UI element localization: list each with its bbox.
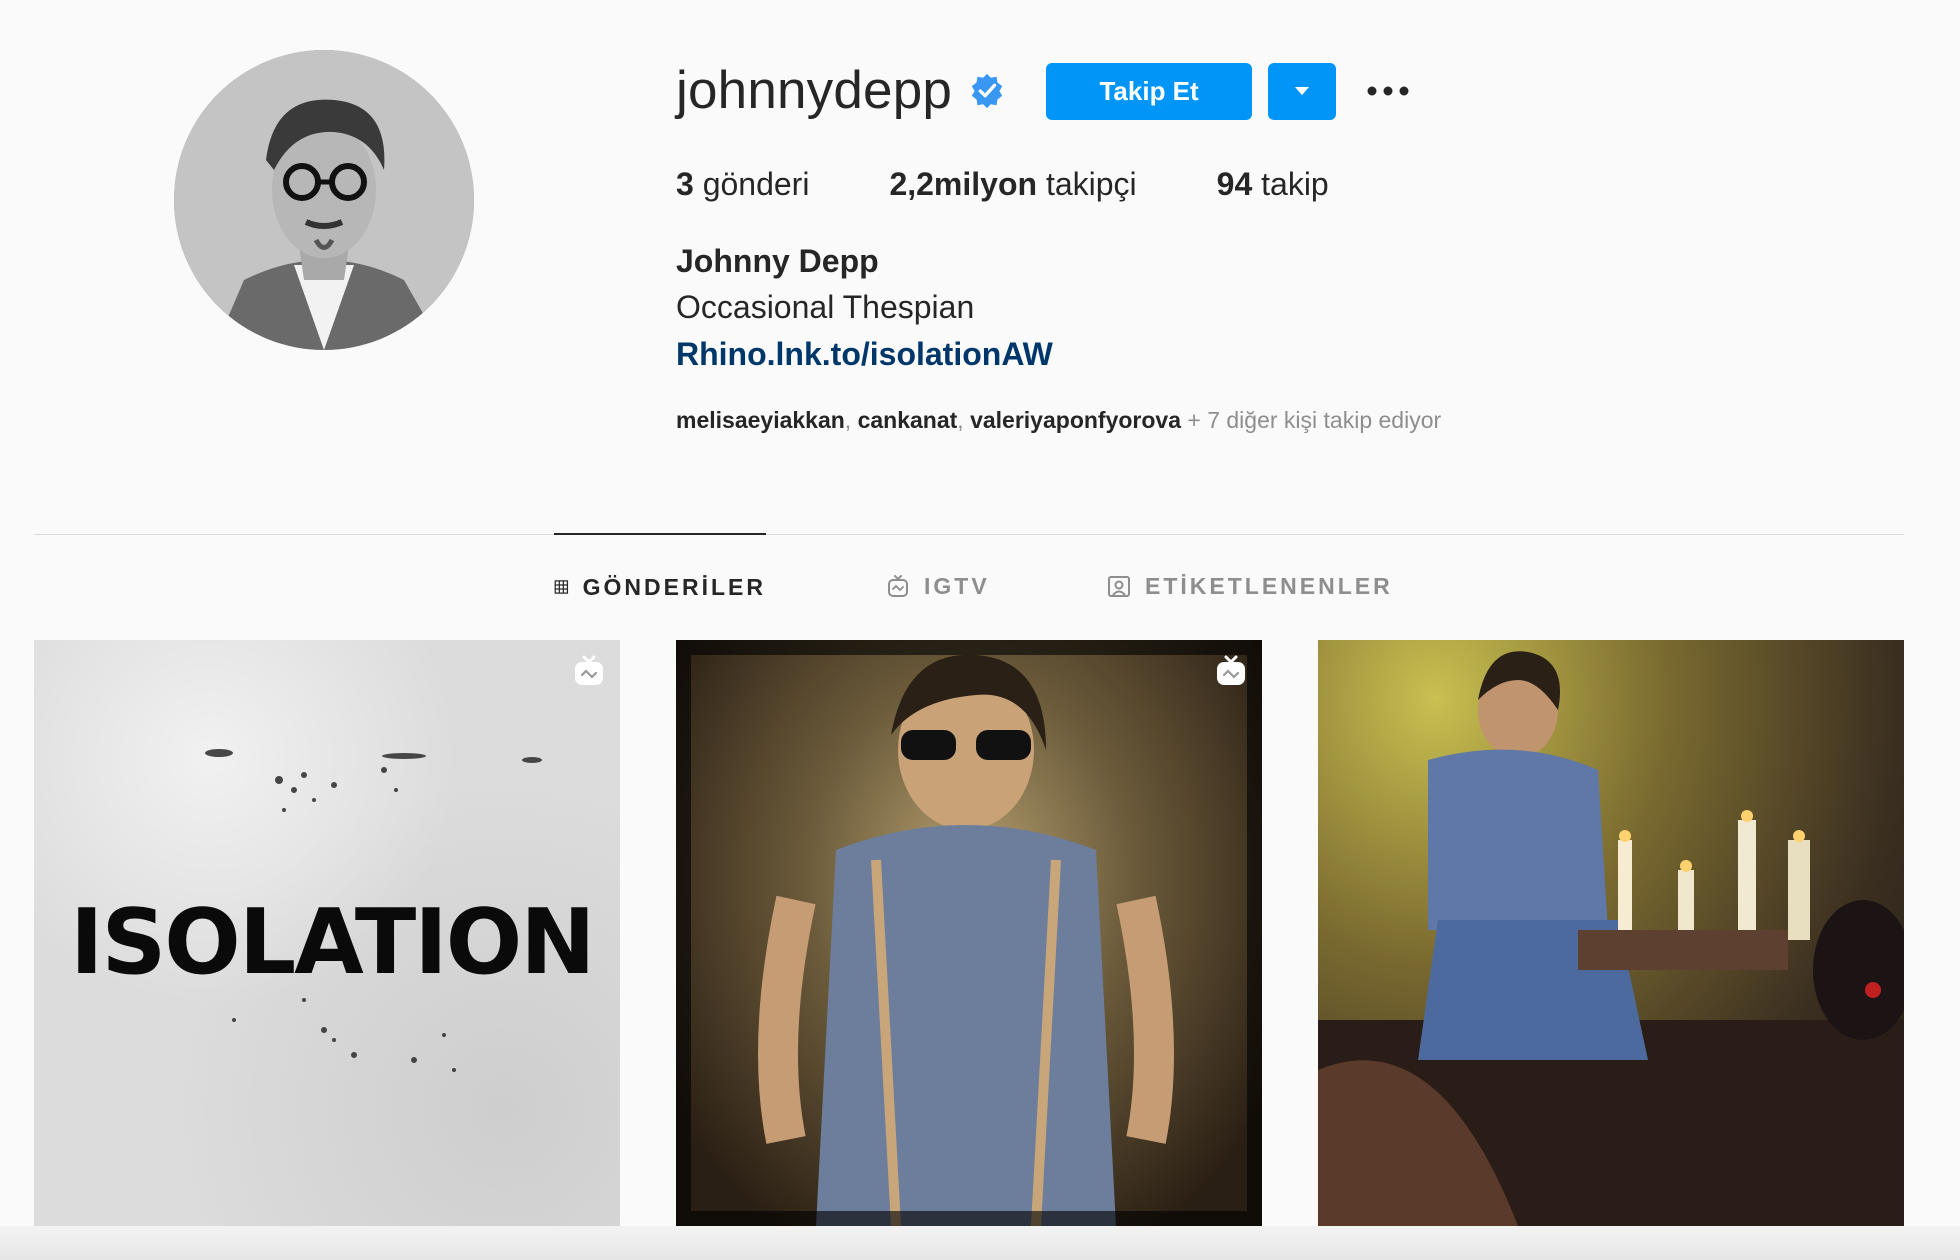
profile-title-row: johnnydepp Takip Et: [676, 56, 1676, 126]
more-dots-icon: [1367, 86, 1409, 96]
isolation-title-text: ISOLATION: [70, 890, 596, 995]
profile-info: johnnydepp Takip Et 3 gönderi 2,2milyon …: [676, 56, 1676, 437]
profile-username: johnnydepp: [676, 61, 953, 120]
profile-page: johnnydepp Takip Et 3 gönderi 2,2milyon …: [0, 0, 1960, 1260]
followers-stat[interactable]: 2,2milyon takipçi: [889, 162, 1136, 206]
candlelit-room-photo-icon: [1318, 651, 1904, 1226]
caret-down-icon: [1295, 87, 1310, 95]
profile-avatar[interactable]: [174, 50, 474, 350]
following-label: takip: [1252, 166, 1329, 202]
suggested-dropdown-button[interactable]: [1268, 62, 1337, 120]
profile-website-link[interactable]: Rhino.lnk.to/isolationAW: [676, 331, 1053, 377]
tab-igtv-label: IGTV: [924, 572, 990, 599]
following-count: 94: [1216, 166, 1253, 202]
posts-count: 3: [676, 166, 694, 202]
tab-igtv[interactable]: IGTV: [886, 534, 990, 638]
tab-posts-label: GÖNDERİLER: [582, 573, 766, 600]
page-bottom-edge: [0, 1226, 1960, 1260]
follow-button[interactable]: Takip Et: [1046, 62, 1253, 120]
follower-username[interactable]: melisaeyiakkan: [676, 407, 845, 433]
follower-username[interactable]: valeriyaponfyorova: [970, 407, 1181, 433]
followers-count: 2,2milyon: [889, 166, 1038, 202]
followed-by-text[interactable]: melisaeyiakkan, cankanat, valeriyaponfyo…: [676, 403, 1676, 437]
tab-posts[interactable]: GÖNDERİLER: [554, 533, 766, 639]
post-thumbnail[interactable]: ISOLATION: [34, 640, 620, 1226]
tagged-icon: [1108, 576, 1130, 597]
tab-tagged[interactable]: ETİKETLENENLER: [1107, 534, 1393, 638]
igtv-badge-icon: [575, 655, 603, 685]
post-thumbnail[interactable]: [1318, 640, 1904, 1226]
profile-full-name: Johnny Depp: [676, 243, 879, 279]
separator: ,: [844, 407, 858, 433]
followed-by-more: + 7 diğer kişi takip ediyor: [1181, 407, 1442, 433]
grid-icon: [554, 580, 569, 594]
follower-username[interactable]: cankanat: [858, 407, 958, 433]
more-options-button[interactable]: [1364, 67, 1412, 115]
posts-label: gönderi: [693, 166, 810, 202]
following-stat[interactable]: 94 takip: [1217, 162, 1329, 206]
seated-man-photo-icon: [676, 640, 1262, 1226]
post-thumbnail[interactable]: [676, 640, 1262, 1226]
avatar-portrait-icon: [174, 50, 474, 350]
followers-label: takipçi: [1037, 166, 1137, 202]
separator: ,: [957, 407, 971, 433]
verified-badge-icon: [971, 73, 1003, 109]
tab-tagged-label: ETİKETLENENLER: [1145, 572, 1393, 599]
igtv-badge-icon: [1217, 655, 1245, 685]
profile-stats: 3 gönderi 2,2milyon takipçi 94 takip: [676, 162, 1676, 206]
profile-bio: Occasional Thespian: [676, 289, 975, 325]
igtv-icon: [888, 575, 908, 597]
posts-count-stat: 3 gönderi: [676, 162, 809, 206]
